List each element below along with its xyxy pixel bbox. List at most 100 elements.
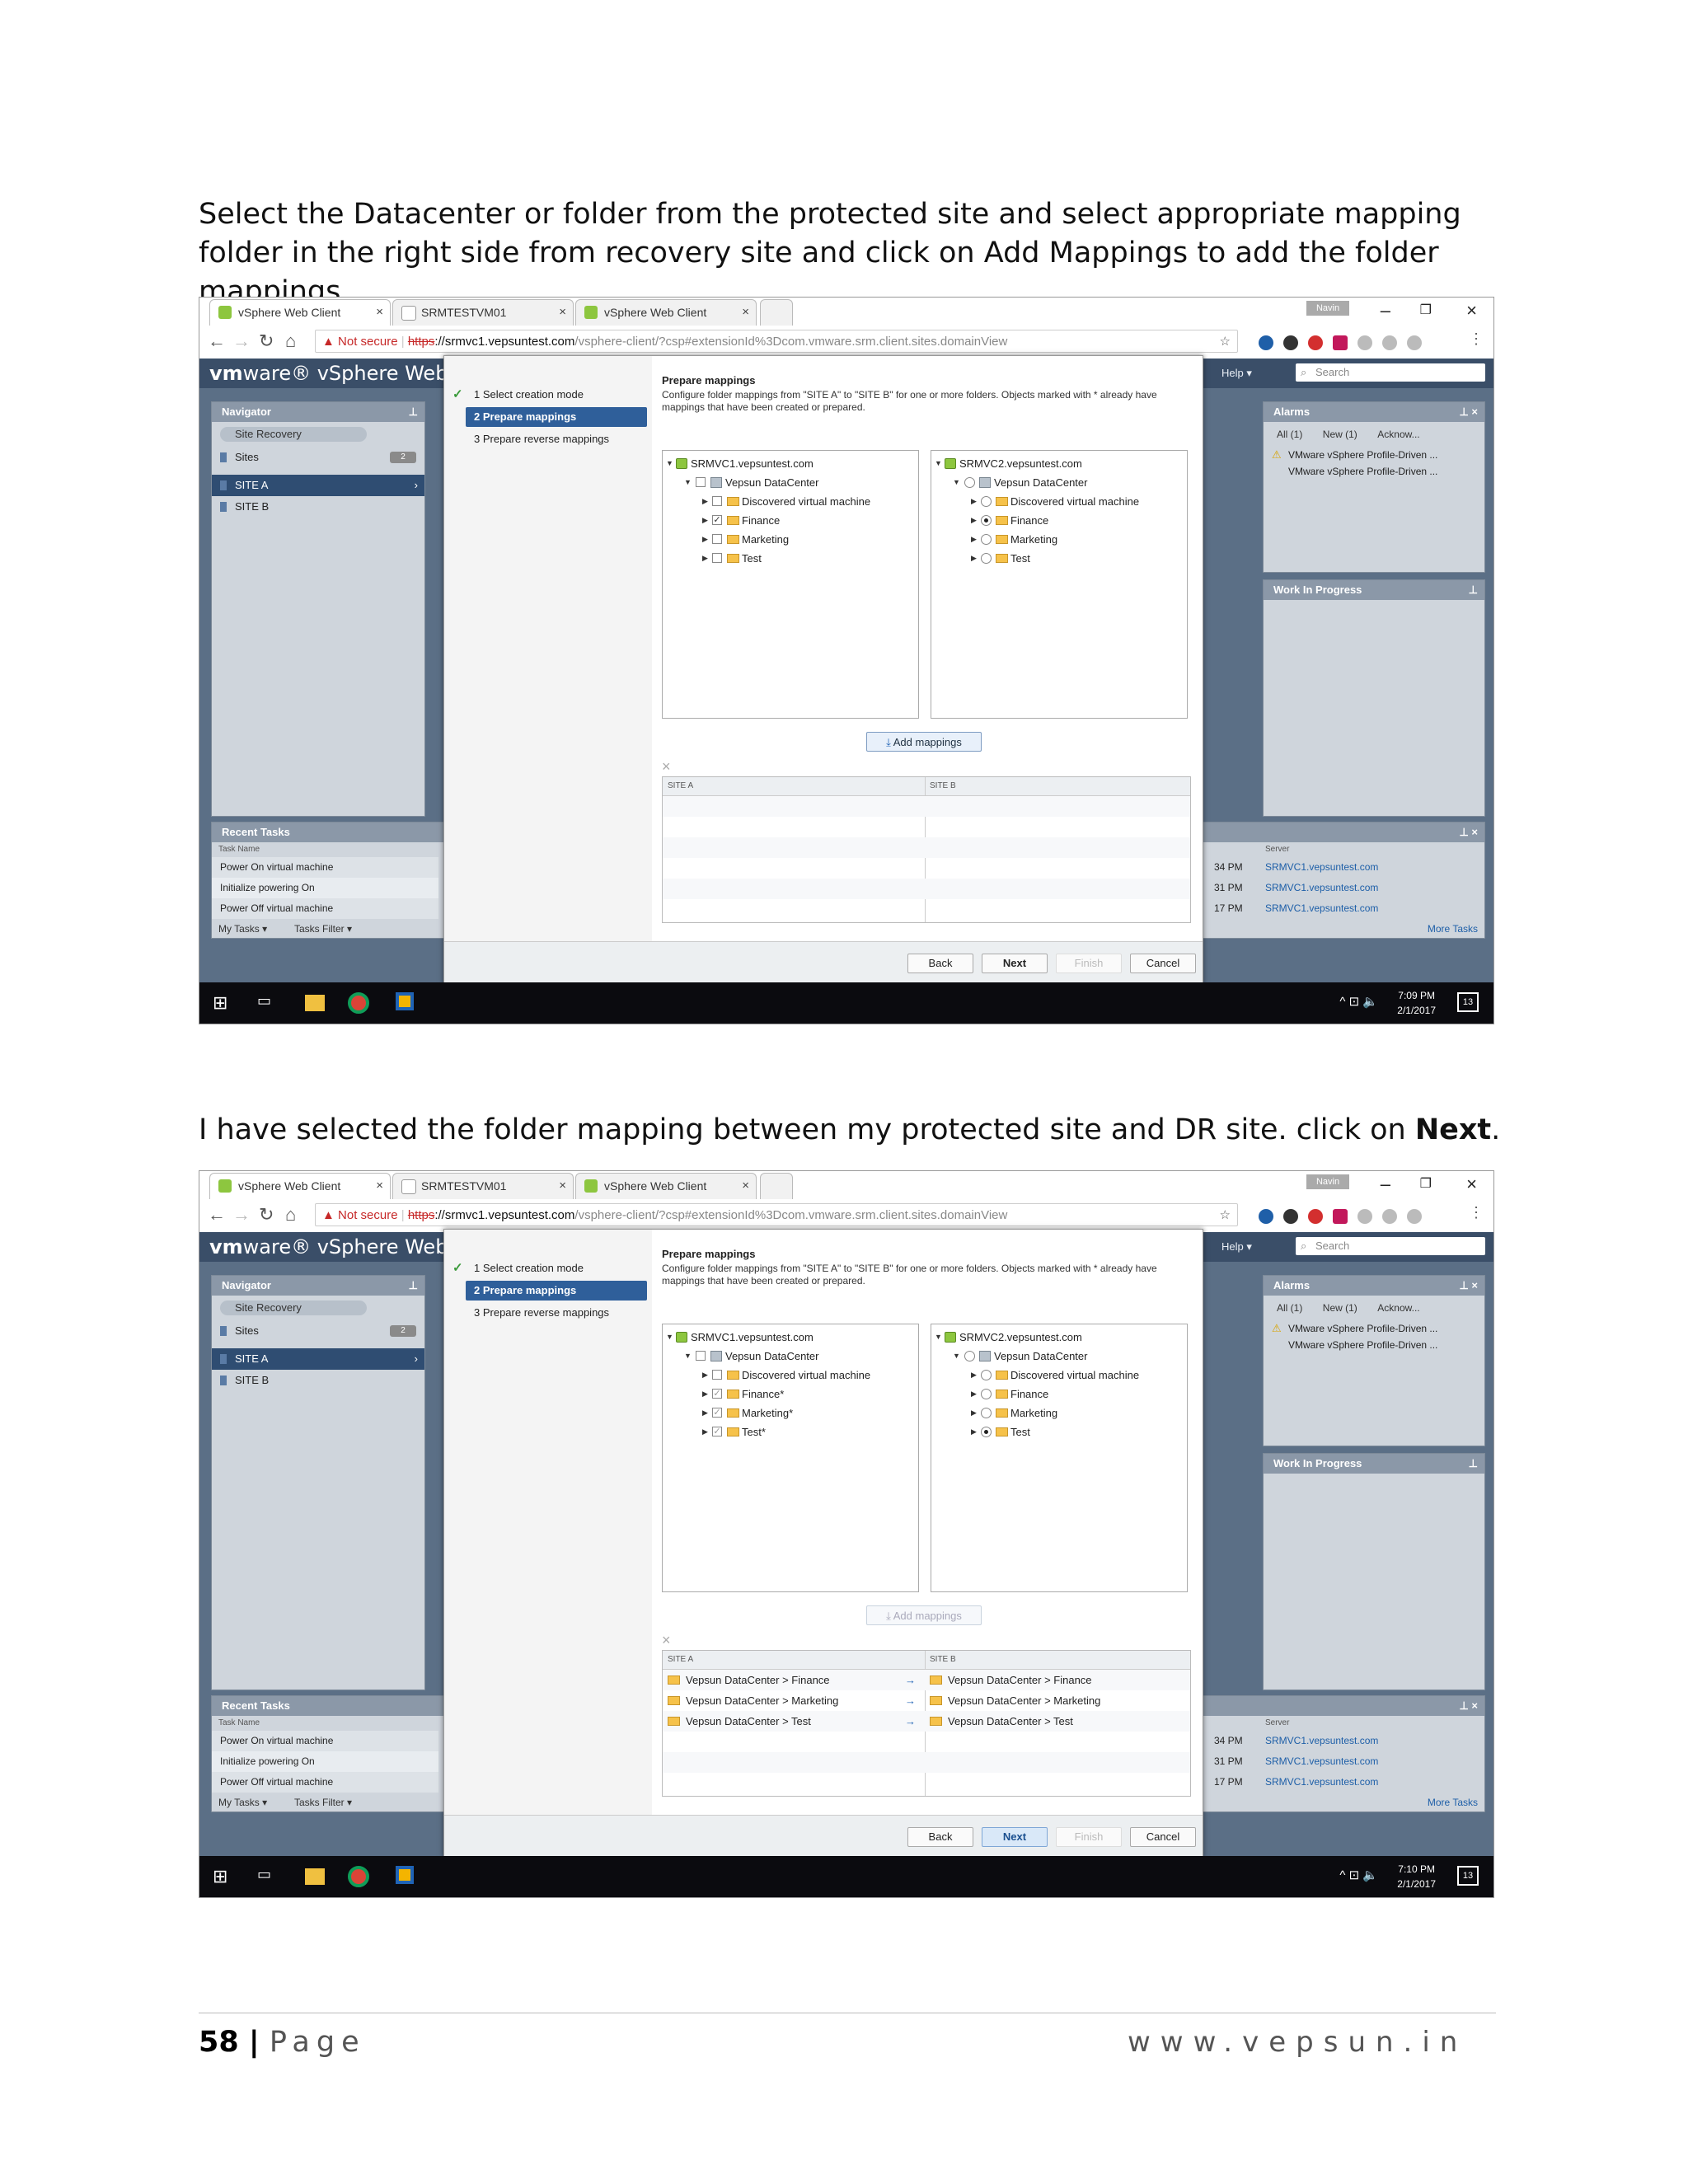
restore-icon[interactable]: ❐ bbox=[1420, 298, 1432, 324]
tasks-filter-menu[interactable]: Tasks Filter ▾ bbox=[294, 920, 352, 938]
expand-icon[interactable]: ▶ bbox=[971, 492, 977, 511]
chrome-icon[interactable] bbox=[348, 1866, 369, 1887]
checkbox[interactable] bbox=[712, 1370, 722, 1380]
tree-node-folder[interactable]: ▶ ✓ Test* bbox=[663, 1422, 918, 1441]
expand-icon[interactable]: ▶ bbox=[971, 1404, 977, 1422]
alarm-item[interactable]: VMware vSphere Profile-Driven ... bbox=[1264, 463, 1484, 480]
expand-icon[interactable]: ▶ bbox=[702, 530, 708, 549]
pin-icon[interactable]: ⊥ bbox=[1469, 1454, 1478, 1474]
sidebar-item-site-b[interactable]: SITE B bbox=[212, 496, 424, 518]
table-row[interactable]: 31 PM SRMVC1.vepsuntest.com bbox=[1214, 1751, 1478, 1772]
menu-icon[interactable]: ⋮ bbox=[1469, 330, 1484, 348]
pin-icon[interactable]: ⊥ bbox=[409, 402, 418, 422]
extension-icon[interactable] bbox=[1357, 335, 1372, 350]
tree-node-folder[interactable]: ▶ Discovered virtual machine bbox=[931, 1366, 1187, 1385]
tree-node-folder[interactable]: ▶ Discovered virtual machine bbox=[931, 492, 1187, 511]
expand-icon[interactable]: ▼ bbox=[935, 454, 942, 473]
tree-node-folder[interactable]: ▶ ✓ Marketing* bbox=[663, 1404, 918, 1422]
tree-node-folder[interactable]: ▶ Discovered virtual machine bbox=[663, 1366, 918, 1385]
clock[interactable]: 7:10 PM 2/1/2017 bbox=[1397, 1862, 1436, 1891]
windows-start-icon[interactable]: ⊞ bbox=[213, 992, 234, 1014]
checkbox[interactable] bbox=[712, 553, 722, 563]
tree-node-folder[interactable]: ▶ Test bbox=[931, 549, 1187, 568]
tab-acknowledged[interactable]: Acknow... bbox=[1369, 425, 1428, 443]
expand-icon[interactable]: ▶ bbox=[971, 511, 977, 530]
expand-icon[interactable]: ▼ bbox=[935, 1328, 942, 1347]
more-tasks-link[interactable]: More Tasks bbox=[1428, 1793, 1478, 1811]
clock[interactable]: 7:09 PM 2/1/2017 bbox=[1397, 988, 1436, 1018]
expand-icon[interactable]: ▶ bbox=[971, 530, 977, 549]
extension-icon[interactable] bbox=[1382, 1209, 1397, 1224]
sidebar-item-site-b[interactable]: SITE B bbox=[212, 1370, 424, 1391]
table-row[interactable]: Power On virtual machine bbox=[212, 857, 438, 878]
extension-icon[interactable] bbox=[1333, 335, 1348, 350]
radio-button[interactable] bbox=[981, 1389, 992, 1399]
cancel-button[interactable]: Cancel bbox=[1130, 954, 1196, 973]
table-row[interactable]: Initialize powering On bbox=[212, 878, 438, 898]
search-input[interactable]: ⌕ Search bbox=[1296, 1237, 1485, 1255]
table-row[interactable]: 17 PM SRMVC1.vepsuntest.com bbox=[1214, 1772, 1478, 1793]
step-select-creation-mode[interactable]: ✓ 1 Select creation mode bbox=[444, 1256, 652, 1281]
home-icon[interactable]: ⌂ bbox=[285, 1204, 296, 1226]
expand-icon[interactable]: ▼ bbox=[953, 1347, 960, 1366]
alarm-item[interactable]: ⚠ VMware vSphere Profile-Driven ... bbox=[1264, 447, 1484, 463]
expand-icon[interactable]: ▶ bbox=[702, 1366, 708, 1385]
radio-button-selected[interactable] bbox=[981, 1427, 992, 1437]
browser-tab[interactable]: vSphere Web Client × bbox=[209, 299, 391, 326]
radio-button[interactable] bbox=[981, 1408, 992, 1418]
new-tab-button[interactable] bbox=[760, 1173, 793, 1199]
close-icon[interactable]: × bbox=[559, 1174, 566, 1198]
tab-acknowledged[interactable]: Acknow... bbox=[1369, 1299, 1428, 1317]
tree-node-folder[interactable]: ▶ Marketing bbox=[931, 1404, 1187, 1422]
app-icon[interactable] bbox=[396, 992, 414, 1010]
breadcrumb[interactable]: Site Recovery bbox=[220, 427, 367, 442]
close-icon[interactable]: ⊥ × bbox=[1459, 823, 1478, 842]
expand-icon[interactable]: ▼ bbox=[666, 454, 673, 473]
sidebar-item-sites[interactable]: Sites 2 bbox=[212, 447, 424, 468]
tasks-filter-menu[interactable]: Tasks Filter ▾ bbox=[294, 1793, 352, 1811]
checkbox[interactable] bbox=[696, 477, 706, 487]
tree-node-datacenter[interactable]: ▼ Vepsun DataCenter bbox=[663, 1347, 918, 1366]
tab-all[interactable]: All (1) bbox=[1268, 1299, 1311, 1317]
step-prepare-reverse-mappings[interactable]: 3 Prepare reverse mappings bbox=[444, 427, 652, 452]
new-tab-button[interactable] bbox=[760, 299, 793, 326]
table-row[interactable]: Initialize powering On bbox=[212, 1751, 438, 1772]
checkbox-checked[interactable]: ✓ bbox=[712, 515, 722, 525]
expand-icon[interactable]: ▶ bbox=[702, 511, 708, 530]
step-prepare-reverse-mappings[interactable]: 3 Prepare reverse mappings bbox=[444, 1301, 652, 1325]
table-row[interactable]: 17 PM SRMVC1.vepsuntest.com bbox=[1214, 898, 1478, 919]
extension-icon[interactable] bbox=[1407, 335, 1422, 350]
task-view-icon[interactable]: ▭ bbox=[257, 1866, 279, 1887]
close-icon[interactable]: × bbox=[376, 300, 383, 325]
breadcrumb[interactable]: Site Recovery bbox=[220, 1301, 367, 1315]
checkbox-checked[interactable]: ✓ bbox=[712, 1427, 722, 1436]
tree-node-folder[interactable]: ▶ ✓ Finance bbox=[663, 511, 918, 530]
more-tasks-link[interactable]: More Tasks bbox=[1428, 920, 1478, 938]
extension-icon[interactable] bbox=[1283, 335, 1298, 350]
pin-icon[interactable]: ⊥ bbox=[409, 1276, 418, 1296]
extension-icon[interactable] bbox=[1259, 335, 1273, 350]
tree-node-datacenter[interactable]: ▼ Vepsun DataCenter bbox=[931, 473, 1187, 492]
expand-icon[interactable]: ▶ bbox=[971, 1366, 977, 1385]
table-row[interactable]: 31 PM SRMVC1.vepsuntest.com bbox=[1214, 878, 1478, 898]
notification-icon[interactable]: 13 bbox=[1457, 992, 1479, 1012]
tree-node-folder[interactable]: ▶ Discovered virtual machine bbox=[663, 492, 918, 511]
expand-icon[interactable]: ▶ bbox=[702, 1404, 708, 1422]
expand-icon[interactable]: ▼ bbox=[684, 1347, 692, 1366]
tree-node-folder[interactable]: ▶ Test bbox=[931, 1422, 1187, 1441]
checkbox-checked[interactable]: ✓ bbox=[712, 1408, 722, 1418]
expand-icon[interactable]: ▶ bbox=[702, 1422, 708, 1441]
finish-button[interactable]: Finish bbox=[1056, 1827, 1122, 1847]
close-icon[interactable]: × bbox=[742, 300, 749, 325]
tree-node-folder[interactable]: ▶ Finance bbox=[931, 511, 1187, 530]
expand-icon[interactable]: ▼ bbox=[666, 1328, 673, 1347]
radio-button[interactable] bbox=[964, 1351, 975, 1361]
browser-tab[interactable]: SRMTESTVM01 × bbox=[392, 1173, 574, 1199]
expand-icon[interactable]: ▼ bbox=[953, 473, 960, 492]
expand-icon[interactable]: ▶ bbox=[971, 549, 977, 568]
tree-node-vcenter[interactable]: ▼ SRMVC2.vepsuntest.com bbox=[931, 454, 1187, 473]
finish-button[interactable]: Finish bbox=[1056, 954, 1122, 973]
table-row[interactable]: Power On virtual machine bbox=[212, 1731, 438, 1751]
browser-tab[interactable]: vSphere Web Client × bbox=[575, 1173, 757, 1199]
search-input[interactable]: ⌕ Search bbox=[1296, 363, 1485, 382]
